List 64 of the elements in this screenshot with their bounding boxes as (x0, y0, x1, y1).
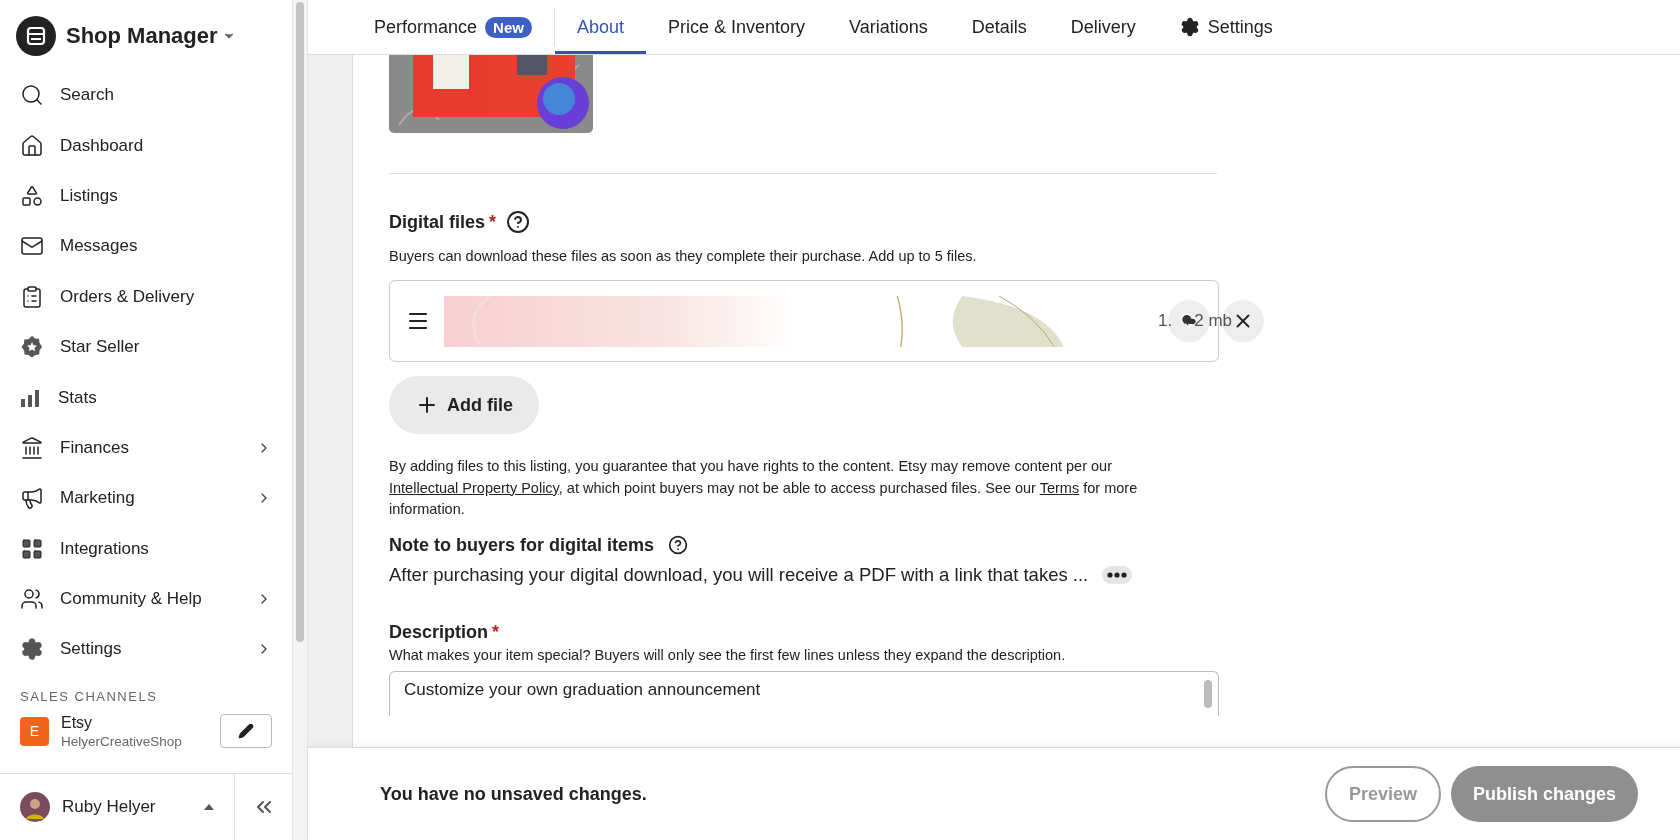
legal-text: By adding files to this listing, you guarantee that you have rights to the content. Etsy may remove content per our Intellectual Property Policy, at which point buyers may not be able to access purchased files. See our Terms for more information. (389, 457, 1139, 519)
section-heading: SALES CHANNELS (19, 688, 159, 704)
sidebar-item[interactable]: Listings (0, 170, 292, 222)
more-button[interactable] (1102, 565, 1133, 584)
star-badge-icon (20, 335, 44, 360)
channel-logo: E (20, 716, 49, 746)
house-icon (20, 133, 44, 158)
scrollbar-thumb[interactable] (1204, 679, 1212, 708)
sidebar-item[interactable]: Orders & Delivery (0, 271, 292, 322)
settings-icon (20, 637, 44, 662)
bank-icon (20, 435, 44, 460)
sidebar-item[interactable]: Marketing (0, 473, 292, 524)
caret-icon (204, 804, 214, 810)
settings-icon (1179, 17, 1200, 37)
megaphone-icon (20, 486, 44, 511)
search-icon (20, 83, 44, 108)
shapes-icon (20, 183, 44, 208)
pencil-icon (238, 723, 254, 740)
section-title: Note to buyers for digital items (389, 534, 655, 556)
bar-chart-icon (20, 387, 42, 408)
tab[interactable]: Delivery (1048, 0, 1158, 54)
sidebar-item[interactable]: Stats (0, 372, 292, 423)
description-field[interactable]: Customize your own graduation announcement (389, 670, 1219, 716)
new-badge: New (485, 16, 532, 38)
note-text: After purchasing your digital download, you will receive a PDF with a link that takes ... (389, 563, 1089, 586)
help-icon (506, 210, 531, 234)
shop-manager-menu[interactable]: Shop Manager (66, 23, 236, 49)
help-icon (668, 535, 689, 555)
grid-icon (20, 536, 44, 561)
section-title: Description (389, 621, 489, 643)
sidebar-item[interactable]: Community & Help (0, 573, 292, 625)
section-title: Digital files (389, 211, 486, 233)
add-file-button[interactable]: Add file (389, 376, 539, 434)
hint-text: What makes your item special? Buyers will only see the first few lines unless they expand the description. (389, 646, 1067, 663)
more-icon (1107, 571, 1128, 578)
edit-button[interactable] (220, 714, 272, 749)
scrollbar-thumb[interactable] (296, 2, 304, 642)
clipboard-icon (20, 284, 44, 309)
file-size: 2 mb (1194, 311, 1232, 331)
sidebar-item[interactable]: Star Seller (0, 321, 292, 373)
link[interactable]: Terms (1039, 479, 1080, 496)
sidebar-item[interactable]: Messages (0, 221, 292, 272)
sidebar-item[interactable]: Dashboard (0, 120, 292, 171)
sidebar-item[interactable]: Settings (0, 624, 292, 675)
tab[interactable]: Settings (1157, 0, 1295, 54)
link[interactable]: Intellectual Property Policy (389, 479, 559, 496)
tab[interactable]: Price & Inventory (645, 0, 827, 54)
sidebar-item[interactable]: Search (0, 70, 292, 121)
sidebar-item[interactable]: Finances (0, 422, 292, 474)
tab[interactable]: Details (949, 0, 1049, 54)
status-text: You have no unsaved changes. (380, 783, 648, 805)
file-size: 1. (1158, 311, 1173, 331)
required-mark: * (492, 621, 500, 643)
tab[interactable]: Variations (827, 0, 950, 54)
account-menu[interactable]: Ruby Helyer (0, 774, 234, 840)
sidebar-item[interactable]: Integrations (0, 523, 292, 574)
shop-name: HelyerCreativeShop (61, 733, 183, 749)
people-icon (20, 587, 44, 612)
tab[interactable]: Performance New (352, 0, 554, 54)
avatar-icon (20, 792, 50, 822)
channel-name: Etsy (61, 713, 94, 732)
hint-text: Buyers can download these files as soon as they complete their purchase. Add up to 5 files. (389, 248, 978, 264)
shop-logo-icon (16, 16, 56, 56)
required-mark: * (489, 211, 497, 233)
